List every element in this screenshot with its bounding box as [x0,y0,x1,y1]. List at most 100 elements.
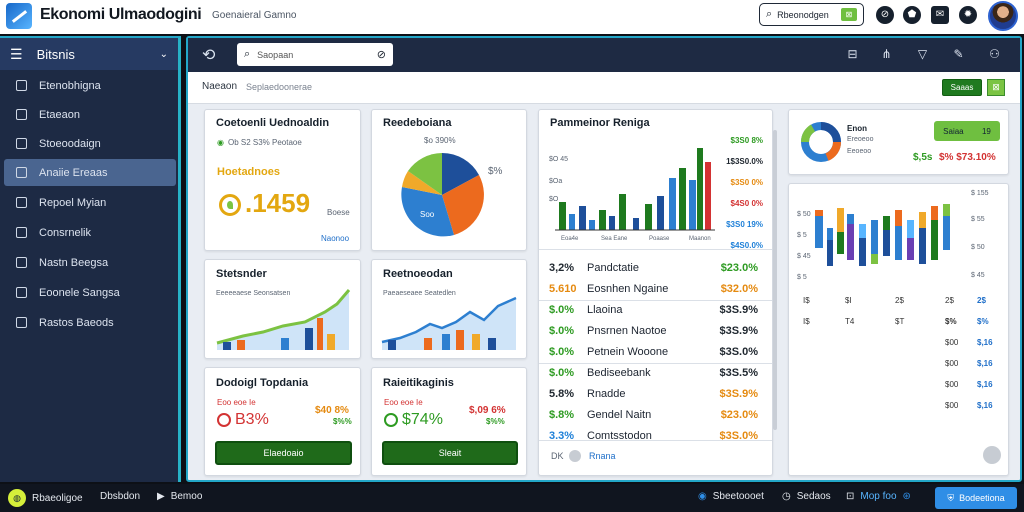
users-icon[interactable]: ⚇ [986,46,1003,63]
card-line: Eoo eoe Ie [384,398,423,407]
taskbar-item-4[interactable]: ◉ Sbeetoooet [698,491,764,502]
tree-icon[interactable]: ⋔ [878,46,895,63]
breadcrumb-second[interactable]: Seplaedoonerae [246,82,312,92]
mail-icon[interactable]: ✉ [931,6,949,24]
status-pill[interactable]: Saiaa 19 [934,121,1000,141]
breadcrumb-first[interactable]: Naeaon [202,81,237,92]
bar-chart [555,148,715,231]
card-pct: B3% [235,411,269,428]
sidebar-item-label: Etaeaon [39,108,80,121]
top-search-value: Rbeonodgen [777,9,829,20]
card-pct-wrap: B3% [217,411,269,429]
stacked-card: $ 155 $ 50 $ 5 $ 45 $ 5 $ 55 $ 50 $ 45 I… [788,183,1009,476]
menu-icon[interactable]: ☰ [10,46,23,63]
sidebar-item-9[interactable]: Rastos Baeods [0,309,178,336]
navbar: ⟲ ⌕ Saopaan ⊘ ⊟ ⋔ ▽ ✎ ⚇ [188,38,1020,72]
bar [689,180,696,230]
more-icon[interactable] [983,446,1001,464]
card-r2: $%% [486,417,505,426]
bar [599,210,606,230]
primary-button[interactable]: Elaedoaio [215,441,352,465]
table-row[interactable]: $.0% Llaoina $3S.9% [539,300,770,320]
radio-icon[interactable] [569,450,581,462]
table-row[interactable]: 3.3% Comtsstodon $3S.0% [539,426,770,446]
magnifier-icon[interactable]: ⊘ [377,48,386,61]
table-row[interactable]: $.0% Petnein Wooone $3S.0% [539,342,770,362]
right-label: $3S0 0% [730,178,763,187]
area-card-2: Reetnoeodan Paeaeseaee Seatedlen [371,259,527,359]
taskbar-item-2[interactable]: Dbsbdon [100,491,140,502]
taskbar-item-3[interactable]: ▶ Bemoo [157,491,202,502]
sidebar-item-7[interactable]: Nastn Beegsa [0,249,178,276]
bar [847,224,854,260]
sidebar-item-2[interactable]: Etaeaon [0,101,178,128]
table-row[interactable]: 3,2% Pandctatie $23.0% [539,258,770,278]
donut-value-1: $,5s [913,152,933,163]
donut-card: Enon Ereoeoo Eeoeoo Saiaa 19 $,5s $% $73… [788,109,1009,175]
bar [827,240,833,266]
bar [837,232,844,254]
export-icon[interactable]: ⊠ [987,79,1005,96]
chevron-down-icon[interactable]: ⌄ [160,49,168,60]
bar [388,340,396,350]
sidebar-item-5[interactable]: Repoel Myian [0,189,178,216]
bar [705,162,711,230]
pen-icon[interactable]: ✎ [950,46,967,63]
sidebar-item-6[interactable]: Consrnelik [0,219,178,246]
top-search-input[interactable]: ⌕ Rbeonodgen ⊠ [759,3,864,26]
tablet-icon [16,287,27,298]
avatar[interactable] [988,1,1018,31]
sidebar-item-3[interactable]: Stoeoodaign [0,130,178,157]
sidebar-item-4-active[interactable]: Anaiie Ereaas [4,159,176,186]
inbox-icon[interactable]: ⊟ [844,46,861,63]
bar [442,334,450,350]
taskbar-item-6[interactable]: ⊡ Mop foo ⊛ [846,491,911,502]
sidebar-item-label: Repoel Myian [39,196,107,209]
table-row[interactable]: $.0% Pnsrnen Naotoe $3S.9% [539,321,770,341]
taskbar-item-1[interactable]: ◍ Rbaeoligoe [8,489,83,507]
folder-icon [16,138,27,149]
bar [472,334,480,350]
grid-value: 2$ [945,296,954,305]
kpi-link[interactable]: Naonoo [321,234,349,243]
settings-icon[interactable]: ✹ [959,6,977,24]
taskbar-item-5[interactable]: ◷ Sedaos [782,491,831,502]
start-button[interactable]: Sleait [382,441,518,465]
action-button[interactable]: ⛨ Bodeetiona [935,487,1017,509]
row-value: $3S.5% [719,367,758,379]
grid-icon[interactable]: ⊠ [841,8,857,21]
card-line: Eoo eoe Ie [217,398,256,407]
card-title: Stetsnder [216,268,267,280]
grid-icon [16,317,27,328]
bar [919,228,926,264]
card-r1: $,09 6% [469,405,506,416]
sidebar-header[interactable]: ☰ Bitsnis ⌄ [0,38,178,70]
row-value: $3S.0% [719,346,758,358]
grid-value: $T [895,317,905,326]
donut-legend: Ereoeoo [847,136,874,143]
bar [327,334,335,350]
card-title: Reetnoeodan [383,268,453,280]
sidebar-item-label: Nastn Beegsa [39,256,109,269]
back-arrow-icon[interactable]: ⟲ [202,45,215,65]
pagination-link[interactable]: Rnana [589,451,616,461]
sidebar-item-1[interactable]: Etenobhigna [0,72,178,99]
app-logo-icon [6,3,32,29]
bar [697,148,703,230]
link-icon[interactable]: ⊘ [876,6,894,24]
bar [633,218,639,230]
sidebar-header-label: Bitsnis [36,46,75,62]
row-name: Rnadde [587,388,626,400]
save-button[interactable]: Saaas [942,79,982,96]
table-row[interactable]: 5.8% Rnadde $3S.9% [539,384,770,404]
shield-icon[interactable]: ⬟ [903,6,921,24]
table-row[interactable]: $.8% Gendel Naitn $23.0% [539,405,770,425]
bar [579,206,586,230]
filter-icon[interactable]: ▽ [914,46,931,63]
scrollbar[interactable] [773,130,777,430]
card-title: Reedeboiana [383,117,452,129]
table-row[interactable]: 5.610 Eosnhen Ngaine $32.0% [539,279,770,299]
nav-search-input[interactable]: ⌕ Saopaan ⊘ [237,43,393,66]
sidebar-item-8[interactable]: Eoonele Sangsa [0,279,178,306]
table-row[interactable]: $.0% Bediseebank $3S.5% [539,363,770,383]
